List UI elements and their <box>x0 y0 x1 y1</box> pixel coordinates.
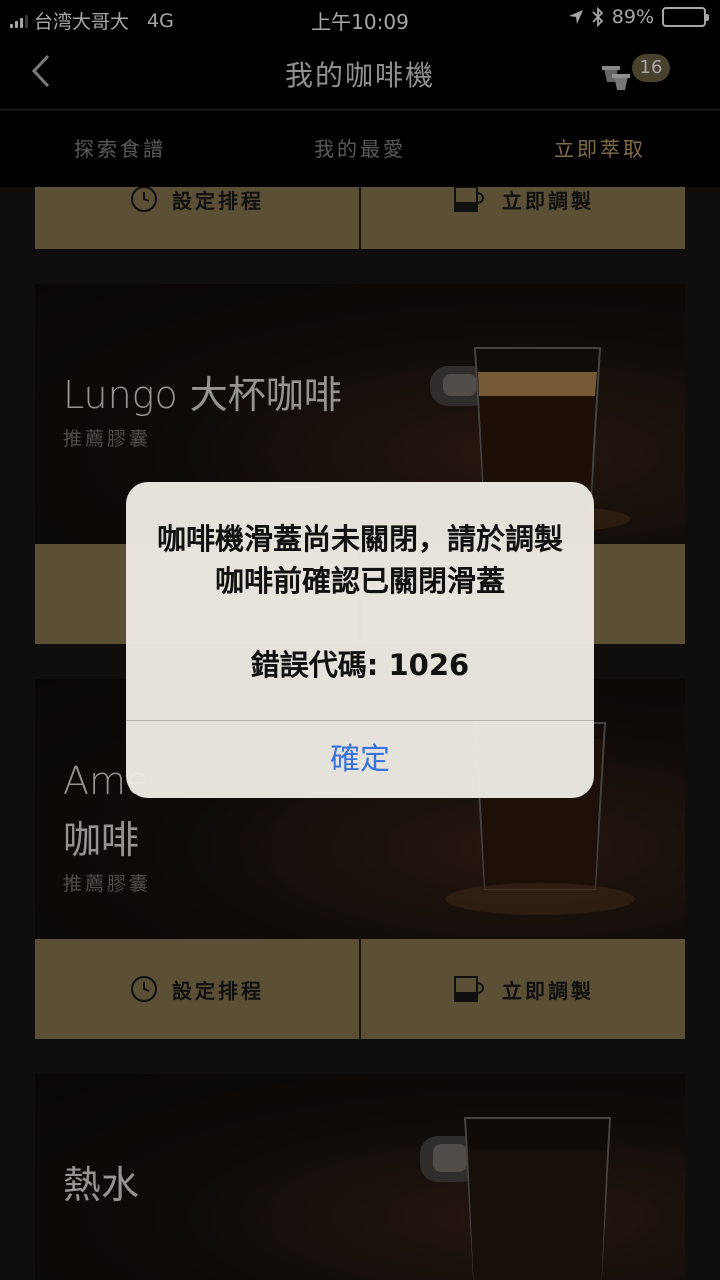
error-alert-dialog: 咖啡機滑蓋尚未關閉，請於調製咖啡前確認已關閉滑蓋 錯誤代碼: 1026 確定 <box>126 482 594 798</box>
alert-message: 咖啡機滑蓋尚未關閉，請於調製咖啡前確認已關閉滑蓋 <box>156 522 563 598</box>
alert-error-code: 錯誤代碼: 1026 <box>250 648 470 682</box>
alert-confirm-button[interactable]: 確定 <box>126 721 594 798</box>
